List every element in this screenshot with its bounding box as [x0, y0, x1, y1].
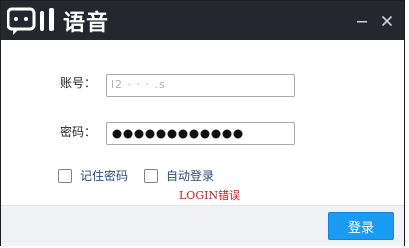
password-dot	[156, 129, 166, 139]
login-button[interactable]: 登录	[328, 212, 394, 240]
app-name: 语音	[63, 11, 110, 36]
password-dot	[112, 129, 122, 139]
password-dot	[145, 129, 155, 139]
password-dot	[134, 129, 144, 139]
minimize-button[interactable]	[353, 12, 371, 30]
password-dot	[167, 129, 177, 139]
speech-bubble-logo-icon	[6, 7, 54, 35]
footer-bar: 登录	[1, 205, 404, 246]
password-dot	[123, 129, 133, 139]
remember-password-checkbox[interactable]	[58, 169, 72, 183]
remember-password-label[interactable]: 记住密码	[80, 168, 128, 184]
login-window: 语音 账号： l2 · · · .s 密码： 记住密码 自动登录 LOGIN错误…	[0, 0, 405, 246]
minimize-icon	[357, 21, 367, 23]
title-bar[interactable]: 语音	[1, 1, 404, 40]
password-input[interactable]	[106, 122, 295, 145]
account-value: l2 · · · .s	[111, 78, 166, 91]
close-icon	[381, 15, 393, 27]
password-label: 密码：	[60, 125, 97, 139]
account-input[interactable]: l2 · · · .s	[106, 74, 295, 97]
password-dot	[233, 129, 243, 139]
password-mask	[112, 129, 243, 139]
auto-login-checkbox[interactable]	[144, 169, 158, 183]
auto-login-label[interactable]: 自动登录	[166, 168, 214, 184]
close-button[interactable]	[378, 12, 396, 30]
account-label: 账号：	[60, 76, 97, 90]
password-dot	[200, 129, 210, 139]
password-dot	[211, 129, 221, 139]
error-message: LOGIN错误	[179, 189, 241, 202]
app-logo: 语音	[6, 7, 117, 37]
login-form: 账号： l2 · · · .s 密码： 记住密码 自动登录 LOGIN错误	[1, 40, 404, 205]
password-dot	[189, 129, 199, 139]
password-dot	[178, 129, 188, 139]
password-dot	[222, 129, 232, 139]
